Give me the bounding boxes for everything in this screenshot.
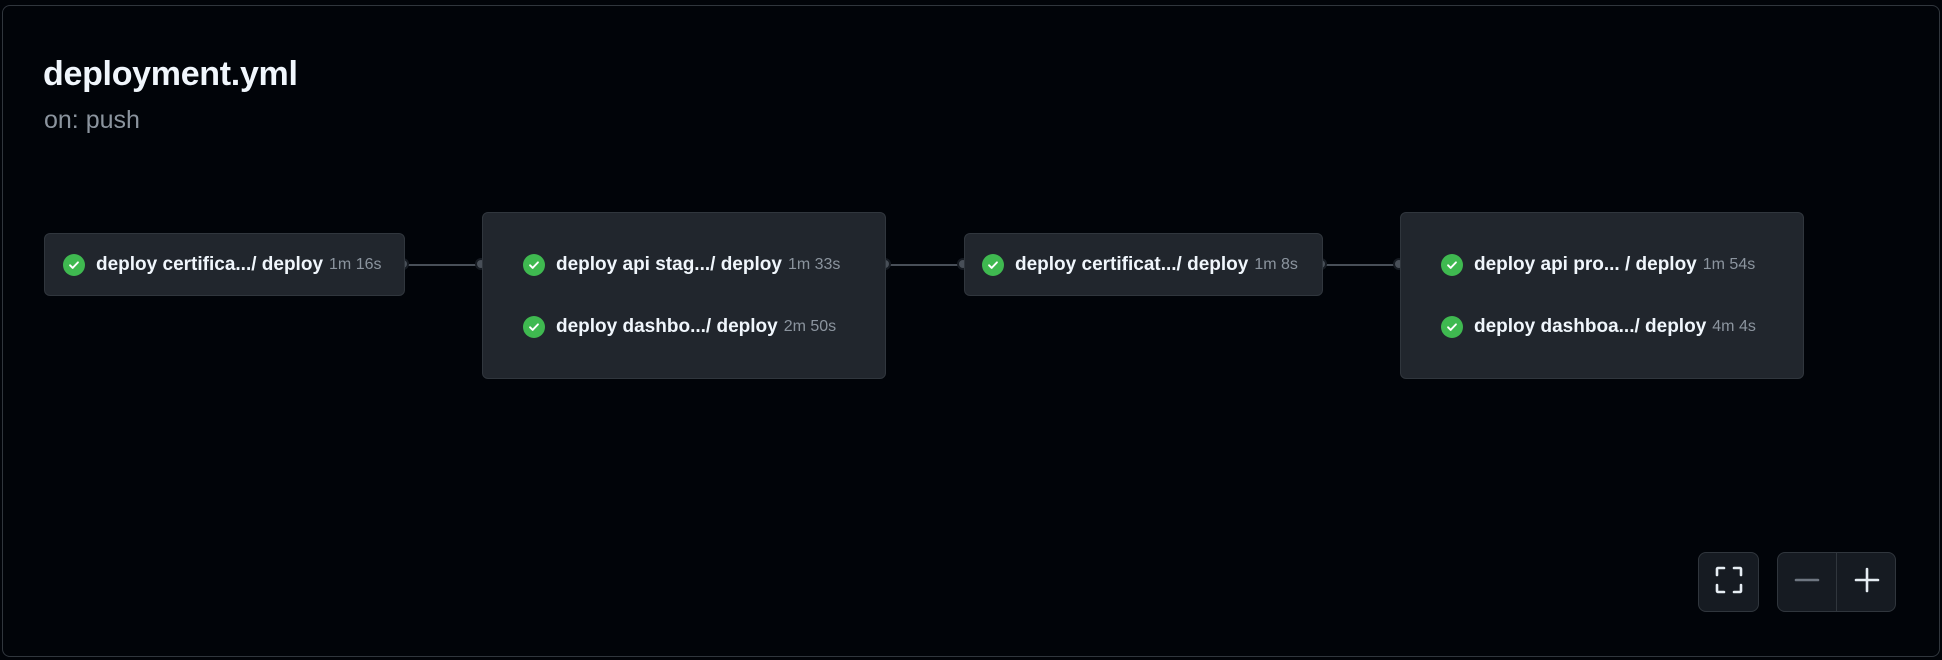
- stage-4-card: deploy api pro... / deploy 1m 54s deploy…: [1400, 212, 1804, 379]
- zoom-control: [1777, 552, 1896, 612]
- zoom-in-button[interactable]: [1837, 553, 1896, 611]
- stage-2-card: deploy api stag.../ deploy 1m 33s deploy…: [482, 212, 886, 379]
- success-check-icon: [523, 254, 545, 276]
- stage-connector: [404, 264, 482, 266]
- job-name: deploy dashbo.../ deploy: [556, 316, 778, 337]
- stage-connector: [1322, 264, 1400, 266]
- job-item[interactable]: deploy api pro... / deploy 1m 54s: [1401, 250, 1803, 280]
- workflow-title[interactable]: deployment.yml: [43, 55, 298, 94]
- job-duration: 4m 4s: [1712, 318, 1756, 335]
- fullscreen-icon: [1714, 565, 1744, 600]
- stage-3-card: deploy certificat.../ deploy 1m 8s: [964, 233, 1323, 296]
- minus-icon: [1794, 567, 1820, 598]
- job-name: deploy certificat.../ deploy: [1015, 254, 1249, 275]
- job-item[interactable]: deploy api stag.../ deploy 1m 33s: [483, 250, 885, 280]
- job-duration: 1m 33s: [787, 256, 841, 273]
- job-name: deploy certifica.../ deploy: [96, 254, 324, 275]
- plus-icon: [1854, 567, 1880, 598]
- job-item[interactable]: deploy dashboa.../ deploy 4m 4s: [1401, 312, 1803, 342]
- stage-1-card: deploy certifica.../ deploy 1m 16s: [44, 233, 405, 296]
- stage-connector: [886, 264, 964, 266]
- job-name: deploy api pro... / deploy: [1474, 254, 1697, 275]
- workflow-trigger: on: push: [44, 106, 140, 134]
- success-check-icon: [523, 316, 545, 338]
- job-name: deploy dashboa.../ deploy: [1474, 316, 1707, 337]
- success-check-icon: [1441, 254, 1463, 276]
- job-item[interactable]: deploy certifica.../ deploy 1m 16s: [45, 250, 404, 280]
- job-duration: 1m 16s: [329, 256, 382, 273]
- success-check-icon: [982, 254, 1004, 276]
- job-name: deploy api stag.../ deploy: [556, 254, 782, 275]
- fullscreen-control: [1698, 552, 1759, 612]
- zoom-out-button[interactable]: [1778, 553, 1837, 611]
- job-duration: 1m 54s: [1702, 256, 1756, 273]
- job-item[interactable]: deploy dashbo.../ deploy 2m 50s: [483, 312, 885, 342]
- job-item[interactable]: deploy certificat.../ deploy 1m 8s: [965, 250, 1322, 280]
- success-check-icon: [63, 254, 85, 276]
- fullscreen-button[interactable]: [1699, 553, 1758, 611]
- success-check-icon: [1441, 316, 1463, 338]
- job-duration: 1m 8s: [1254, 256, 1298, 273]
- job-duration: 2m 50s: [783, 318, 837, 335]
